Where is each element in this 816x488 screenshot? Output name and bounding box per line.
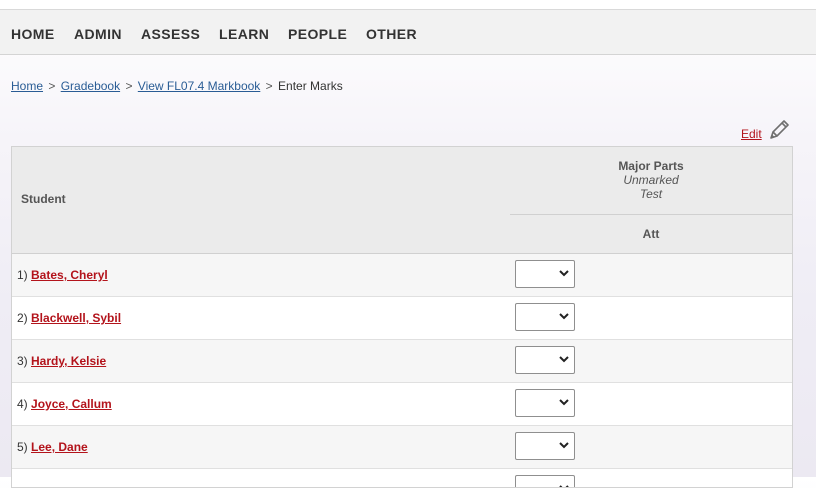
- chevron-down-icon: [559, 270, 569, 277]
- row-number: 1): [17, 268, 28, 282]
- breadcrumb-separator: >: [265, 79, 273, 93]
- breadcrumb-separator: >: [125, 79, 133, 93]
- att-select[interactable]: [515, 432, 575, 460]
- assessment-status: Unmarked: [623, 173, 679, 187]
- student-name-link[interactable]: Lee, Dane: [31, 440, 88, 454]
- student-entry: 3) Hardy, Kelsie: [17, 354, 106, 368]
- table-row: 2) Blackwell, Sybil: [12, 297, 792, 340]
- nav-people[interactable]: PEOPLE: [288, 26, 347, 42]
- nav-assess[interactable]: ASSESS: [141, 26, 200, 42]
- breadcrumb-home[interactable]: Home: [11, 79, 43, 93]
- att-select[interactable]: [515, 346, 575, 374]
- chevron-down-icon: [559, 356, 569, 363]
- table-row: 1) Bates, Cheryl: [12, 254, 792, 297]
- nav-home[interactable]: HOME: [11, 26, 55, 42]
- chevron-down-icon: [559, 485, 569, 487]
- student-name-link[interactable]: Bates, Cheryl: [31, 268, 108, 282]
- breadcrumb: Home > Gradebook > View FL07.4 Markbook …: [11, 79, 343, 93]
- student-column-header: Student: [21, 192, 66, 206]
- assessment-group-header: Major Parts Unmarked Test: [510, 147, 792, 215]
- student-entry: 5) Lee, Dane: [17, 440, 88, 454]
- table-row: 5) Lee, Dane: [12, 426, 792, 469]
- table-row: [12, 469, 792, 487]
- chevron-down-icon: [559, 313, 569, 320]
- student-entry: 1) Bates, Cheryl: [17, 268, 108, 282]
- breadcrumb-gradebook[interactable]: Gradebook: [61, 79, 120, 93]
- marks-table: Student Major Parts Unmarked Test Att 1)…: [11, 146, 793, 488]
- row-number: 5): [17, 440, 28, 454]
- student-name-link[interactable]: Joyce, Callum: [31, 397, 112, 411]
- nav-admin[interactable]: ADMIN: [74, 26, 122, 42]
- edit-link[interactable]: Edit: [741, 127, 762, 141]
- table-header: Student Major Parts Unmarked Test Att: [12, 147, 792, 254]
- table-row: 3) Hardy, Kelsie: [12, 340, 792, 383]
- att-select[interactable]: [515, 389, 575, 417]
- assessment-type: Test: [639, 187, 663, 201]
- student-name-link[interactable]: Hardy, Kelsie: [31, 354, 106, 368]
- chevron-down-icon: [559, 442, 569, 449]
- row-number: 4): [17, 397, 28, 411]
- row-number: 3): [17, 354, 28, 368]
- pencil-icon[interactable]: [766, 117, 792, 143]
- table-row: 4) Joyce, Callum: [12, 383, 792, 426]
- top-strip: [0, 0, 816, 10]
- main-nav: HOME ADMIN ASSESS LEARN PEOPLE OTHER: [0, 10, 816, 55]
- chevron-down-icon: [559, 399, 569, 406]
- breadcrumb-separator: >: [48, 79, 56, 93]
- att-select[interactable]: [515, 260, 575, 288]
- breadcrumb-current: Enter Marks: [278, 79, 343, 93]
- att-select[interactable]: [515, 303, 575, 331]
- nav-other[interactable]: OTHER: [366, 26, 417, 42]
- breadcrumb-markbook[interactable]: View FL07.4 Markbook: [138, 79, 261, 93]
- row-number: 2): [17, 311, 28, 325]
- nav-learn[interactable]: LEARN: [219, 26, 269, 42]
- student-name-link[interactable]: Blackwell, Sybil: [31, 311, 121, 325]
- student-entry: 2) Blackwell, Sybil: [17, 311, 121, 325]
- student-entry: 4) Joyce, Callum: [17, 397, 112, 411]
- assessment-group-title: Major Parts: [618, 159, 684, 173]
- att-column-header: Att: [642, 227, 660, 241]
